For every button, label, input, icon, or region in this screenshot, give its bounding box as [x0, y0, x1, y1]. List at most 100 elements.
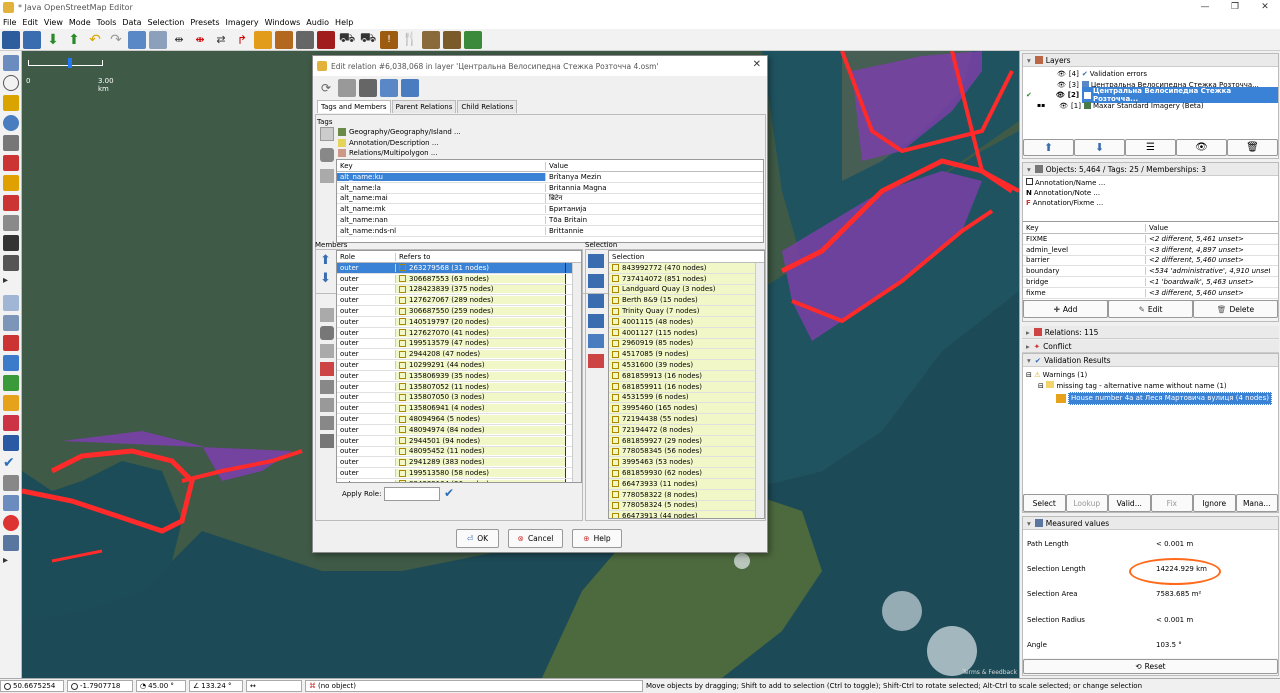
expand-arrow-icon[interactable]: ▸	[3, 555, 19, 571]
member-role[interactable]: outer	[337, 393, 395, 401]
member-row[interactable]: outer 135807050 (3 nodes)	[337, 392, 581, 404]
validator-icon[interactable]: ✔	[3, 455, 19, 471]
preset-door-icon[interactable]	[275, 30, 293, 49]
key-column-header[interactable]: Key	[1023, 224, 1145, 232]
apply-role-input[interactable]	[384, 487, 440, 501]
selection-row[interactable]: Trinity Quay (7 nodes)	[609, 306, 764, 317]
select-button[interactable]: Select	[1023, 494, 1066, 512]
tag-key[interactable]: bridge	[1023, 278, 1145, 286]
add-at-start-icon[interactable]	[588, 254, 604, 268]
apply-role-check-icon[interactable]: ✔	[444, 486, 454, 500]
member-role[interactable]: outer	[337, 275, 395, 283]
upload-icon[interactable]: ⬆	[65, 31, 83, 49]
member-row[interactable]: outer 263279568 (31 nodes)	[337, 263, 581, 274]
object-tag-row[interactable]: barrier <2 different, 5,460 unset>	[1023, 256, 1278, 267]
tag-key[interactable]: fixme	[1023, 289, 1145, 297]
manage-button[interactable]: Mana...	[1235, 494, 1278, 512]
preset-bench-icon[interactable]	[422, 30, 440, 49]
relations-panel-header[interactable]: ▸ Relations: 115	[1022, 326, 1279, 339]
refers-column-header[interactable]: Refers to	[395, 252, 565, 261]
member-row[interactable]: outer 127627070 (41 nodes)	[337, 327, 581, 339]
preset-food-icon[interactable]: 🍴	[401, 31, 419, 49]
select-members-icon[interactable]	[320, 434, 334, 448]
role-column-header[interactable]: Role	[337, 253, 395, 261]
select-tool-icon[interactable]	[3, 55, 19, 71]
expand-arrow-icon[interactable]: ▸	[3, 275, 19, 291]
history-icon[interactable]	[3, 355, 19, 371]
preset-bus-icon[interactable]: ⛟	[359, 31, 377, 49]
member-role[interactable]: outer	[337, 285, 395, 293]
member-row[interactable]: outer 199513579 (47 nodes)	[337, 338, 581, 350]
conflict-icon[interactable]	[3, 435, 19, 451]
collapse-icon[interactable]: ▾	[1027, 165, 1031, 174]
redo-icon[interactable]: ↷	[107, 31, 125, 49]
member-row[interactable]: outer 2944208 (47 nodes)	[337, 349, 581, 361]
add-selected-icon[interactable]	[588, 334, 604, 348]
validation-panel-header[interactable]: ▾ ✔ Validation Results	[1023, 354, 1278, 367]
move-down-icon[interactable]: ⬇	[320, 272, 334, 286]
selection-row[interactable]: 4001115 (48 nodes)	[609, 316, 764, 328]
selection-row[interactable]: 778058345 (56 nodes)	[609, 446, 764, 458]
menu-data[interactable]: Data	[119, 18, 144, 27]
selection-row[interactable]: 72194472 (8 nodes)	[609, 424, 764, 436]
member-role[interactable]: outer	[337, 307, 395, 315]
member-row[interactable]: outer 48094974 (84 nodes)	[337, 424, 581, 436]
menu-tools[interactable]: Tools	[94, 18, 120, 27]
combine-way-icon[interactable]: ⇼	[191, 31, 209, 49]
tab-child-relations[interactable]: Child Relations	[457, 100, 518, 113]
issue-item[interactable]: House number 4a at Леся Мартовича вулиця…	[1026, 392, 1275, 405]
preset-industrial-icon[interactable]	[443, 30, 461, 49]
add-tag-button[interactable]: ✚ Add	[1023, 300, 1108, 318]
offset-icon[interactable]: ▪▪	[1037, 102, 1045, 109]
tag-key[interactable]: admin_level	[1023, 246, 1145, 254]
preset-name[interactable]: Annotation/Name ...	[1026, 178, 1278, 188]
object-tag-row[interactable]: FIXME <2 different, 5,461 unset>	[1023, 234, 1278, 245]
preset-map-icon[interactable]	[464, 30, 482, 49]
object-tag-row[interactable]: boundary <534 'administrative', 4,910 uns…	[1023, 266, 1278, 278]
add-after-icon[interactable]	[588, 294, 604, 308]
member-role[interactable]: outer	[337, 480, 395, 482]
value-column-header[interactable]: Value	[545, 161, 755, 170]
missing-tag-node[interactable]: ⊟ missing tag - alternative name without…	[1026, 381, 1275, 392]
menu-selection[interactable]: Selection	[145, 18, 188, 27]
filter-icon[interactable]	[3, 475, 19, 491]
preset-item[interactable]: Geography/Geography/Island ...	[338, 127, 461, 138]
tag-value[interactable]: <2 different, 5,461 unset>	[1145, 234, 1270, 243]
member-row[interactable]: outer 894339164 (36 nodes)	[337, 478, 581, 482]
tag-key[interactable]: alt_name:nan	[337, 216, 545, 224]
tab-parent-relations[interactable]: Parent Relations	[391, 100, 457, 113]
preset-car-icon[interactable]: ⛟	[338, 31, 356, 49]
visibility-eye-icon[interactable]: 👁	[1057, 70, 1066, 78]
lookup-button[interactable]: Lookup	[1065, 494, 1108, 512]
tag-row[interactable]: alt_name:nds-nl Brittannie	[337, 226, 763, 237]
maximize-button[interactable]: ❐	[1220, 0, 1250, 15]
member-row[interactable]: outer 135806939 (35 nodes)	[337, 370, 581, 382]
member-row[interactable]: outer 2944501 (94 nodes)	[337, 435, 581, 447]
layer-settings-button[interactable]: ☰	[1125, 139, 1176, 156]
help-button[interactable]: ⊕ Help	[572, 529, 622, 548]
measured-panel-header[interactable]: ▾ Measured values	[1023, 517, 1278, 530]
select-in-editor-icon[interactable]	[380, 79, 398, 97]
map-attribution[interactable]: Terms & Feedback	[962, 669, 1017, 676]
refresh-icon[interactable]: ⟳	[317, 79, 335, 97]
selection-row[interactable]: 681859930 (62 nodes)	[609, 468, 764, 479]
selection-row[interactable]: 72194438 (55 nodes)	[609, 414, 764, 425]
tag-value[interactable]: <534 'administrative', 4,910 unset>	[1145, 267, 1270, 276]
member-role[interactable]: outer	[337, 361, 395, 369]
value-column-header[interactable]: Value	[1145, 223, 1270, 232]
layer-item-active[interactable]: ✔ 👁 [2] Центральна Велосипедна Стежка Розто…	[1023, 87, 1278, 104]
object-tag-row[interactable]: bridge <1 'boardwalk', 5,463 unset>	[1023, 277, 1278, 288]
ruler-icon[interactable]	[3, 315, 19, 331]
warnings-node[interactable]: ⊟ ⚠ Warnings (1)	[1026, 370, 1275, 381]
delete-tag-button[interactable]: 🗑 Delete	[1193, 300, 1278, 318]
edit-tag-button[interactable]: ✎ Edit	[1108, 300, 1193, 318]
menu-edit[interactable]: Edit	[19, 18, 41, 27]
tag-key[interactable]: alt_name:ku	[337, 172, 545, 181]
selection-column-header[interactable]: Selection	[609, 253, 749, 261]
tag-value[interactable]: Brîtanya Mezin	[545, 172, 755, 181]
selection-row[interactable]: 681859913 (16 nodes)	[609, 370, 764, 382]
visibility-eye-icon[interactable]: 👁	[1059, 102, 1068, 110]
member-row[interactable]: outer 306687550 (259 nodes)	[337, 306, 581, 317]
tree-toggle-icon[interactable]: ⊟	[1038, 382, 1044, 390]
tree-toggle-icon[interactable]: ⊟	[1026, 371, 1032, 379]
